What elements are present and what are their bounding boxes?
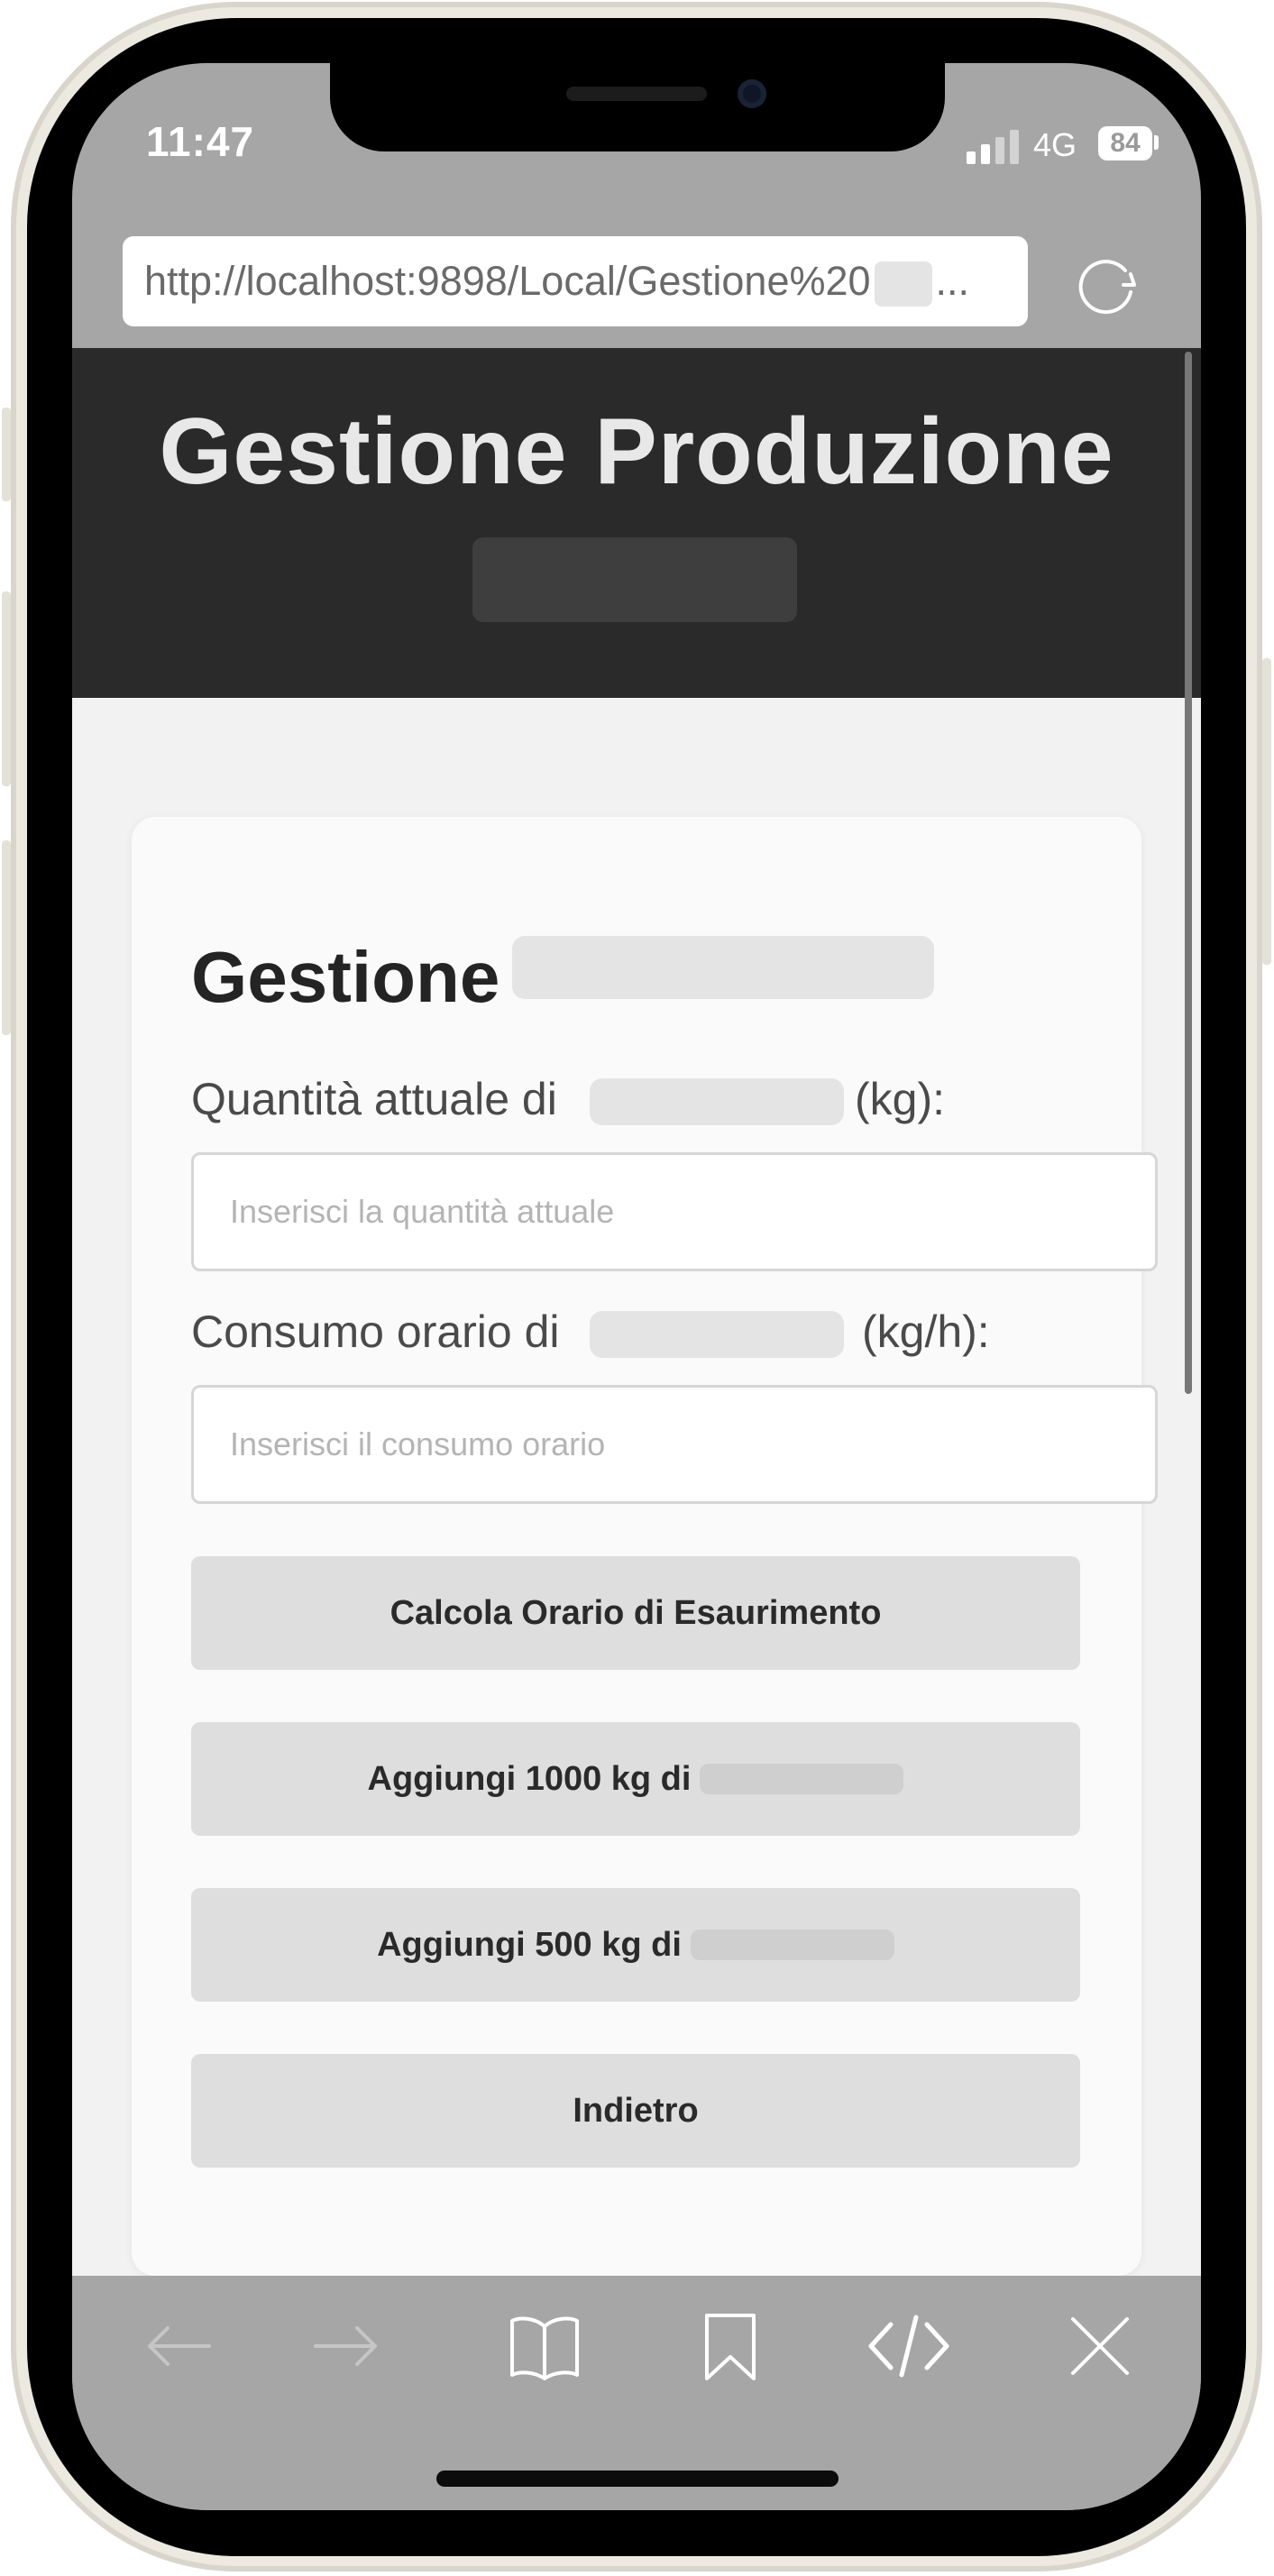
status-time: 11:47	[146, 118, 255, 165]
signal-icon	[967, 128, 1022, 164]
book-icon[interactable]	[500, 2301, 590, 2391]
code-icon[interactable]	[864, 2301, 954, 2391]
button-label: Aggiungi 1000 kg di	[367, 1759, 692, 1798]
consumption-label: Consumo orario di	[191, 1306, 560, 1357]
bookmark-icon[interactable]	[685, 2301, 775, 2391]
button-label: Aggiungi 500 kg di	[377, 1925, 682, 1964]
redacted-label-text	[590, 1078, 844, 1125]
button-label: Indietro	[573, 2091, 699, 2130]
forward-arrow-icon[interactable]	[301, 2301, 391, 2391]
add-1000kg-button[interactable]: Aggiungi 1000 kg di	[191, 1722, 1080, 1836]
quantity-label: Quantità attuale di	[191, 1074, 557, 1124]
back-button[interactable]: Indietro	[191, 2054, 1080, 2168]
calculate-depletion-button[interactable]: Calcola Orario di Esaurimento	[191, 1556, 1080, 1670]
battery-tip	[1154, 135, 1159, 150]
add-500kg-button[interactable]: Aggiungi 500 kg di	[191, 1888, 1080, 2002]
quantity-input[interactable]	[191, 1152, 1158, 1271]
speaker-grille	[566, 87, 707, 101]
power-button	[1262, 658, 1271, 965]
redacted-text	[874, 261, 932, 307]
battery-icon: 84	[1098, 126, 1152, 160]
consumption-input[interactable]	[191, 1385, 1158, 1504]
volume-up-button	[2, 591, 11, 786]
notch	[330, 63, 945, 151]
home-indicator[interactable]	[436, 2471, 839, 2487]
back-arrow-icon[interactable]	[133, 2301, 224, 2391]
button-label: Calcola Orario di Esaurimento	[390, 1593, 882, 1632]
url-bar[interactable]: http://localhost:9898/Local/Gestione%20.…	[123, 236, 1028, 326]
scrollbar[interactable]	[1185, 352, 1192, 1394]
screen: 11:47 4G 84 http://localhost:9898/Local/…	[72, 63, 1201, 2510]
consumption-unit: (kg/h):	[862, 1306, 990, 1357]
silent-switch	[2, 408, 11, 501]
page-title: Gestione Produzione	[159, 399, 1114, 504]
redacted-title-text	[512, 936, 934, 999]
redacted-text	[700, 1764, 904, 1794]
form-title: Gestione	[191, 937, 500, 1017]
network-type: 4G	[1033, 126, 1077, 163]
close-icon[interactable]	[1055, 2301, 1145, 2391]
url-text: http://localhost:9898/Local/Gestione%20	[144, 258, 871, 304]
redacted-label-text	[590, 1311, 844, 1358]
reload-icon[interactable]	[1071, 249, 1143, 321]
volume-down-button	[2, 840, 11, 1035]
quantity-unit: (kg):	[855, 1074, 945, 1124]
url-ellipsis: ...	[935, 258, 970, 304]
redacted-subtitle	[472, 537, 797, 622]
redacted-text	[690, 1930, 894, 1960]
front-camera	[738, 79, 766, 108]
